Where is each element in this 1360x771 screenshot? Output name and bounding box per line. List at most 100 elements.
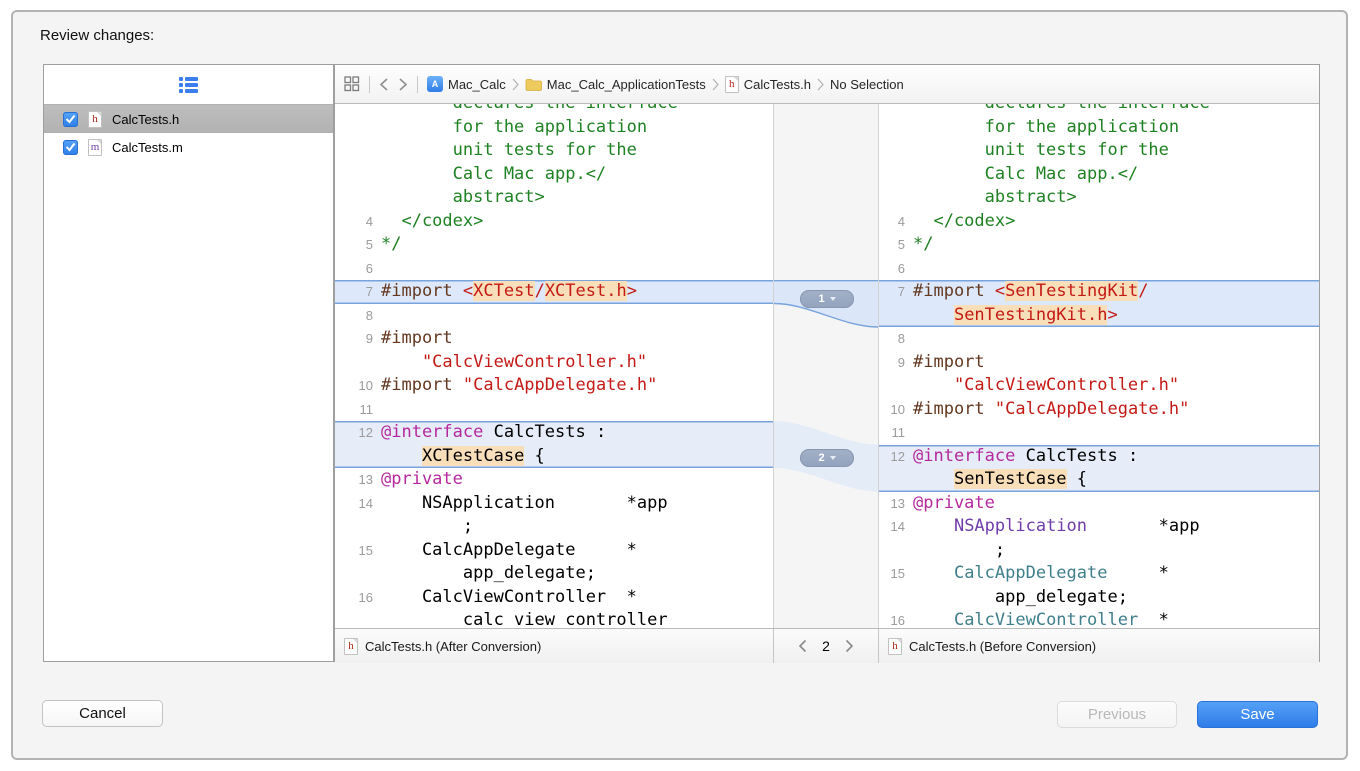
diff-right-pane[interactable]: declares the interface for the applicati… bbox=[879, 104, 1319, 628]
left-version-label[interactable]: h CalcTests.h (After Conversion) bbox=[335, 629, 773, 663]
line-number: 10 bbox=[335, 374, 381, 398]
folder-icon bbox=[525, 78, 542, 91]
save-button[interactable]: Save bbox=[1197, 701, 1318, 728]
right-version-label[interactable]: h CalcTests.h (Before Conversion) bbox=[879, 629, 1319, 663]
line-number: 11 bbox=[335, 398, 381, 422]
line-number bbox=[335, 562, 381, 586]
badge-dropdown-icon bbox=[830, 297, 836, 301]
line-number: 11 bbox=[879, 421, 913, 445]
chevron-separator-icon bbox=[817, 78, 824, 91]
related-items-icon[interactable] bbox=[344, 76, 360, 92]
change-badge-1[interactable]: 1 bbox=[800, 290, 854, 308]
header-file-icon: h bbox=[888, 638, 902, 655]
code-line: SenTestingKit.h> bbox=[913, 304, 1118, 328]
code-line: XCTestCase { bbox=[381, 445, 545, 469]
code-row: calc_view_controller bbox=[335, 609, 773, 628]
current-change-number: 2 bbox=[822, 638, 830, 654]
line-number: 8 bbox=[335, 304, 381, 328]
code-row: declares the interface bbox=[335, 104, 773, 116]
code-line: NSApplication *app bbox=[381, 492, 668, 516]
line-number bbox=[879, 586, 913, 610]
code-line: #import bbox=[381, 327, 453, 351]
code-row: 16 CalcViewController * bbox=[879, 609, 1319, 628]
breadcrumb-no-selection[interactable]: No Selection bbox=[830, 77, 904, 92]
line-number: 13 bbox=[879, 492, 913, 516]
breadcrumb-file[interactable]: h CalcTests.h bbox=[725, 76, 811, 93]
checkbox-checked-icon[interactable] bbox=[63, 112, 78, 127]
diff-footer-bar: h CalcTests.h (After Conversion) 2 h Cal… bbox=[335, 628, 1319, 663]
code-line: @private bbox=[381, 468, 463, 492]
file-list-header[interactable] bbox=[44, 65, 333, 105]
implementation-file-icon: m bbox=[88, 139, 102, 156]
code-row: SenTestCase { bbox=[879, 468, 1319, 492]
code-row: 14 NSApplication *app bbox=[879, 515, 1319, 539]
line-number bbox=[335, 163, 381, 187]
code-row: Calc Mac app.</ bbox=[335, 163, 773, 187]
line-number: 14 bbox=[335, 492, 381, 516]
previous-button[interactable]: Previous bbox=[1057, 701, 1177, 728]
line-number bbox=[335, 609, 381, 628]
header-file-icon: h bbox=[344, 638, 358, 655]
code-line: </codex> bbox=[913, 210, 1015, 234]
diff-left-pane[interactable]: declares the interface for the applicati… bbox=[335, 104, 773, 628]
code-row: 11 bbox=[879, 421, 1319, 445]
previous-change-icon[interactable] bbox=[798, 639, 807, 653]
breadcrumb-group[interactable]: Mac_Calc_ApplicationTests bbox=[525, 77, 706, 92]
code-line: "CalcViewController.h" bbox=[913, 374, 1179, 398]
code-row: 14 NSApplication *app bbox=[335, 492, 773, 516]
code-line: Calc Mac app.</ bbox=[381, 163, 606, 187]
code-row: Calc Mac app.</ bbox=[879, 163, 1319, 187]
line-number: 12 bbox=[335, 421, 381, 445]
line-number bbox=[335, 186, 381, 210]
change-gutter: 1 2 bbox=[773, 104, 879, 628]
breadcrumb-project[interactable]: A Mac_Calc bbox=[427, 76, 506, 92]
code-line: NSApplication *app bbox=[913, 515, 1200, 539]
line-number bbox=[879, 539, 913, 563]
divider bbox=[369, 76, 370, 93]
line-number bbox=[879, 139, 913, 163]
breadcrumb: A Mac_Calc Mac_Calc_ApplicationTests h C… bbox=[427, 76, 904, 93]
code-line: @private bbox=[913, 492, 995, 516]
chevron-separator-icon bbox=[712, 78, 719, 91]
change-badge-2[interactable]: 2 bbox=[800, 449, 854, 467]
forward-chevron-icon[interactable] bbox=[398, 77, 408, 92]
code-line: abstract> bbox=[381, 186, 545, 210]
code-row: 9#import bbox=[335, 327, 773, 351]
line-number: 5 bbox=[879, 233, 913, 257]
line-number bbox=[879, 186, 913, 210]
code-row: 6 bbox=[335, 257, 773, 281]
header-file-icon: h bbox=[725, 76, 739, 93]
code-line: CalcViewController * bbox=[381, 586, 637, 610]
line-number bbox=[335, 351, 381, 375]
code-line: */ bbox=[381, 233, 401, 257]
code-line: calc_view_controller bbox=[381, 609, 668, 628]
line-number bbox=[335, 515, 381, 539]
line-number: 6 bbox=[335, 257, 381, 281]
code-row: 11 bbox=[335, 398, 773, 422]
file-row-calctests-h[interactable]: h CalcTests.h bbox=[44, 105, 333, 133]
jump-bar: A Mac_Calc Mac_Calc_ApplicationTests h C… bbox=[335, 65, 1319, 104]
file-list-panel: h CalcTests.h m CalcTests.m bbox=[43, 64, 334, 662]
code-row: for the application bbox=[879, 116, 1319, 140]
file-row-calctests-m[interactable]: m CalcTests.m bbox=[44, 133, 333, 161]
code-row: 13@private bbox=[335, 468, 773, 492]
line-number: 6 bbox=[879, 257, 913, 281]
code-row: abstract> bbox=[335, 186, 773, 210]
code-row: ; bbox=[879, 539, 1319, 563]
file-name: CalcTests.h bbox=[112, 112, 179, 127]
diff-left-code: declares the interface for the applicati… bbox=[335, 104, 773, 628]
checkbox-checked-icon[interactable] bbox=[63, 140, 78, 155]
code-row: 4 </codex> bbox=[335, 210, 773, 234]
next-change-icon[interactable] bbox=[845, 639, 854, 653]
diff-editor-panel: A Mac_Calc Mac_Calc_ApplicationTests h C… bbox=[334, 64, 1320, 662]
cancel-button[interactable]: Cancel bbox=[42, 700, 163, 727]
line-number: 7 bbox=[879, 280, 913, 304]
header-file-icon: h bbox=[88, 111, 102, 128]
code-row: for the application bbox=[335, 116, 773, 140]
code-line: declares the interface bbox=[381, 104, 678, 116]
code-row: 4 </codex> bbox=[879, 210, 1319, 234]
code-line: ; bbox=[913, 539, 1005, 563]
back-chevron-icon[interactable] bbox=[379, 77, 389, 92]
code-line: </codex> bbox=[381, 210, 483, 234]
code-row: unit tests for the bbox=[879, 139, 1319, 163]
